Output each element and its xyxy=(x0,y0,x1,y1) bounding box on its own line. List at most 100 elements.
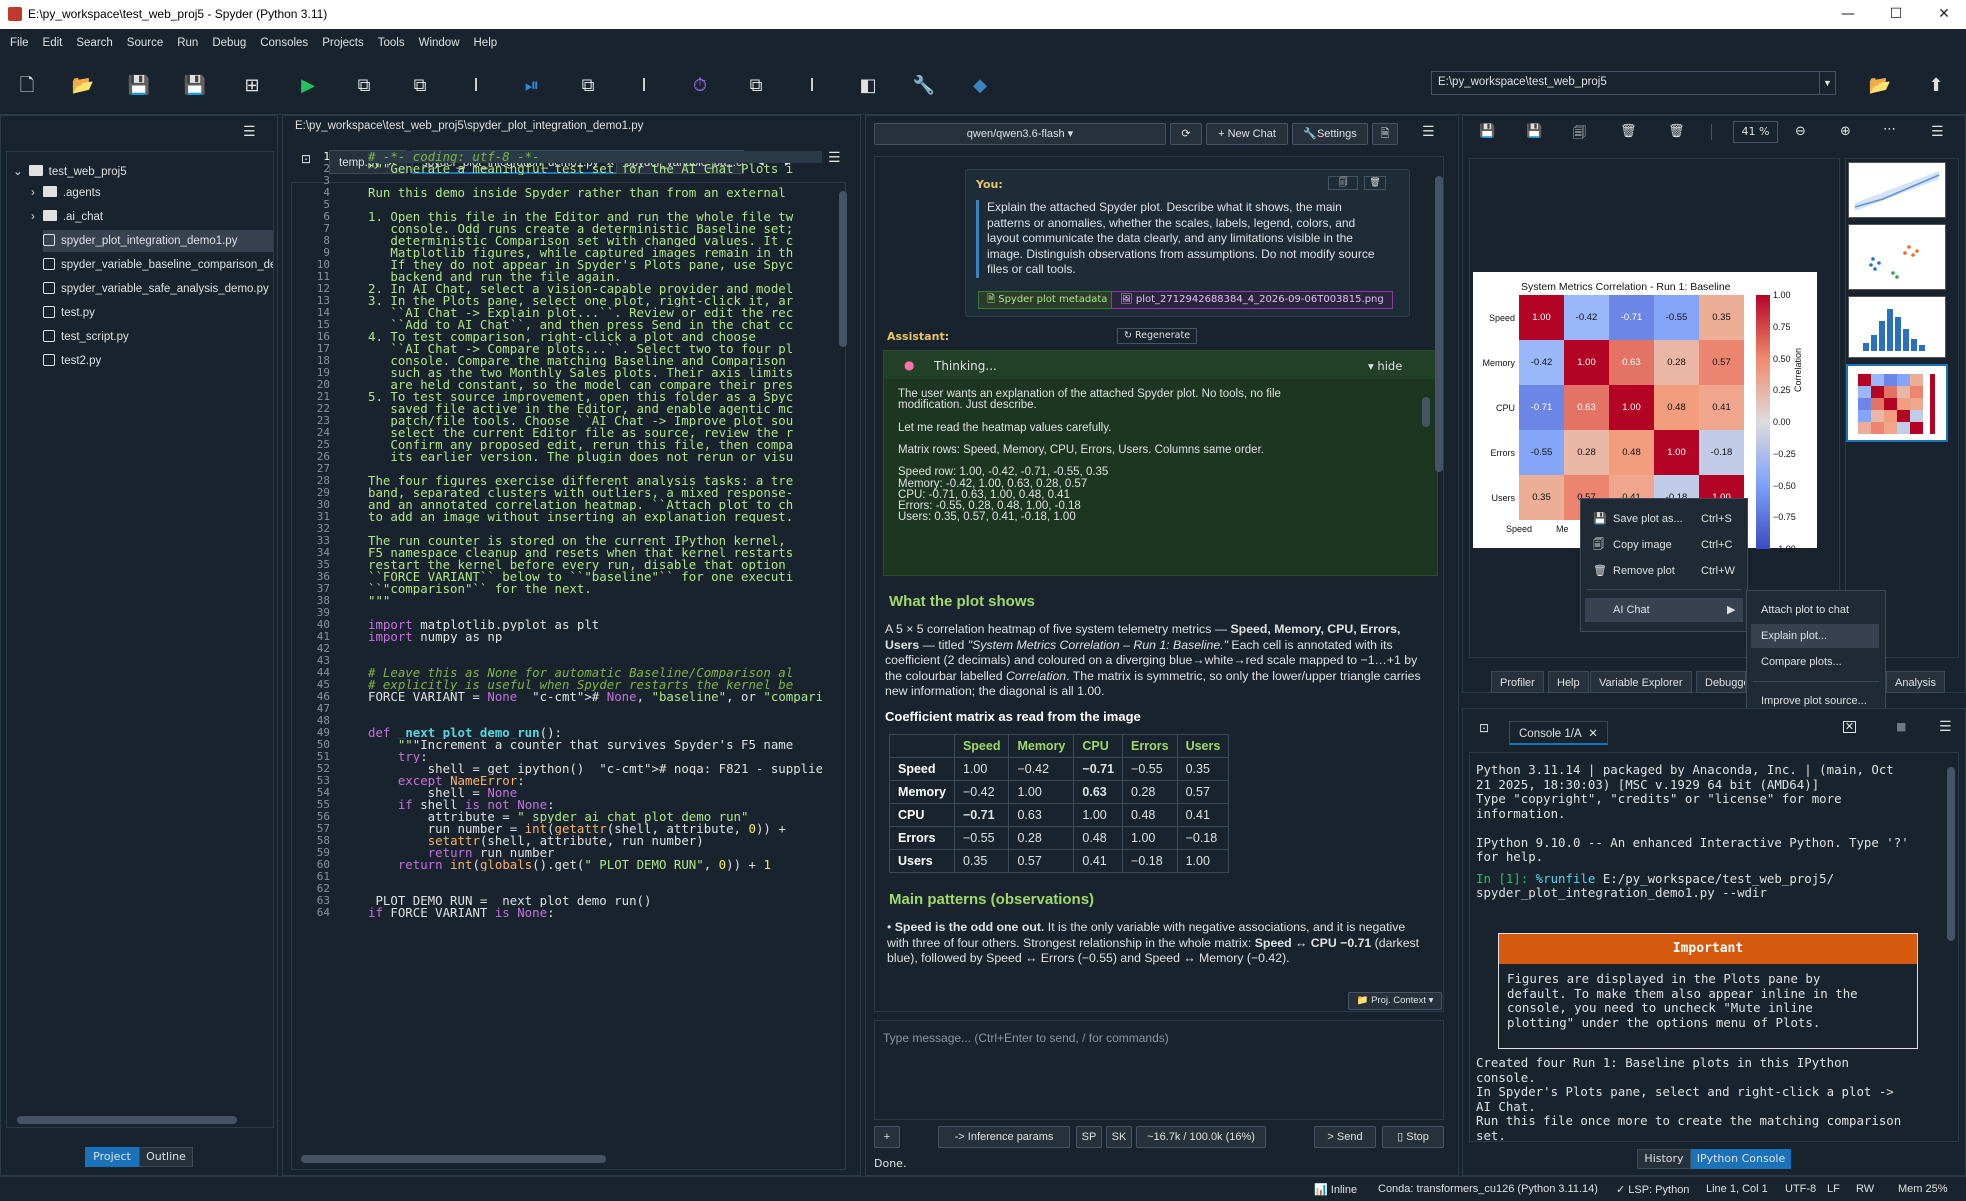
new-cell-icon[interactable]: ⊞ xyxy=(240,74,264,98)
working-directory-input[interactable]: E:\py_workspace\test_web_proj5 ▼ xyxy=(1431,71,1836,95)
menu-help[interactable]: Help xyxy=(467,29,505,57)
menu-run[interactable]: Run xyxy=(170,29,205,57)
python-path-icon[interactable]: ◆ xyxy=(968,74,992,98)
new-file-icon[interactable]: 🗋 xyxy=(15,74,39,98)
conda-env-status[interactable]: Conda: transformers_cu126 (Python 3.11.1… xyxy=(1378,1183,1598,1195)
menu-file[interactable]: File xyxy=(3,29,36,57)
menu-compare-plots[interactable]: Compare plots... xyxy=(1747,650,1885,674)
save-all-icon[interactable]: 💾 xyxy=(183,74,207,98)
remove-all-plots-icon[interactable]: 🗑 xyxy=(1668,124,1685,139)
menu-consoles[interactable]: Consoles xyxy=(253,29,315,57)
parent-directory-icon[interactable]: ⬆ xyxy=(1924,74,1948,98)
tab-variable-explorer[interactable]: Variable Explorer xyxy=(1590,671,1692,693)
console-scrollbar[interactable] xyxy=(1947,767,1955,941)
plot-thumbnail-scatter[interactable] xyxy=(1848,224,1946,290)
hide-thinking-toggle[interactable]: ▾ hide xyxy=(1368,359,1402,373)
menu-tools[interactable]: Tools xyxy=(371,29,412,57)
inference-params-button[interactable]: -> Inference params xyxy=(938,1126,1070,1148)
menu-copy-image[interactable]: 🗐 Copy image Ctrl+C xyxy=(1581,533,1747,557)
tab-help[interactable]: Help xyxy=(1548,671,1589,693)
lsp-status[interactable]: ✓ LSP: Python xyxy=(1616,1183,1689,1196)
chat-options-icon[interactable]: ☰ xyxy=(1422,124,1435,140)
tab-ipython-console[interactable]: IPython Console xyxy=(1691,1149,1791,1169)
thinking-scrollbar[interactable] xyxy=(1422,397,1430,427)
message-input[interactable]: Type message... (Ctrl+Enter to send, / f… xyxy=(874,1020,1444,1120)
menu-edit[interactable]: Edit xyxy=(36,29,70,57)
menu-source[interactable]: Source xyxy=(120,29,170,57)
menu-window[interactable]: Window xyxy=(412,29,467,57)
minimize-button[interactable]: — xyxy=(1828,4,1868,24)
chevron-down-icon[interactable]: ▼ xyxy=(1819,72,1835,94)
tab-history[interactable]: History xyxy=(1637,1149,1691,1169)
copy-plot-icon[interactable]: 🗐 xyxy=(1573,124,1586,146)
browse-folder-icon[interactable]: 📂 xyxy=(1868,74,1892,98)
horizontal-scrollbar[interactable] xyxy=(17,1116,237,1124)
tree-item-ai-chat[interactable]: › .ai_chat xyxy=(31,206,103,228)
stop-button[interactable]: ▯ Stop xyxy=(1382,1126,1444,1148)
debug-selection-icon[interactable]: I xyxy=(632,74,656,98)
console-output[interactable]: Python 3.11.14 | packaged by Anaconda, I… xyxy=(1469,752,1959,1142)
stop-kernel-icon[interactable]: ■ xyxy=(1896,720,1906,733)
chat-export-icon[interactable]: 🗎 xyxy=(1372,123,1398,145)
maximize-button[interactable]: ☐ xyxy=(1876,4,1916,24)
tree-item-test2[interactable]: test2.py xyxy=(43,350,101,372)
run-selection-icon[interactable]: I xyxy=(464,74,488,98)
tree-item-baseline[interactable]: spyder_variable_baseline_comparison_de xyxy=(43,254,273,276)
menu-save-plot[interactable]: 💾 Save plot as... Ctrl+S xyxy=(1581,507,1747,531)
more-options-icon[interactable]: ⋯ xyxy=(1883,122,1896,137)
menu-search[interactable]: Search xyxy=(69,29,119,57)
delete-icon[interactable]: 🗑 xyxy=(1364,176,1386,190)
menu-remove-plot[interactable]: 🗑 Remove plot Ctrl+W xyxy=(1581,559,1747,583)
interrupt-kernel-icon[interactable]: ✕ xyxy=(1843,721,1856,733)
tab-debugger[interactable]: Debugge xyxy=(1696,671,1746,693)
tree-item-plot-demo[interactable]: spyder_plot_integration_demo1.py xyxy=(43,230,273,252)
menu-debug[interactable]: Debug xyxy=(205,29,253,57)
sp-button[interactable]: SP xyxy=(1076,1126,1102,1148)
new-chat-button[interactable]: + New Chat xyxy=(1206,123,1288,145)
run-file-icon[interactable]: ▶ xyxy=(296,74,320,98)
run-cell-advance-icon[interactable]: ⧉ xyxy=(408,74,432,98)
zoom-in-icon[interactable]: ⊕ xyxy=(1840,124,1851,139)
tree-item-test[interactable]: test.py xyxy=(43,302,95,324)
sk-button[interactable]: SK xyxy=(1106,1126,1132,1148)
menu-projects[interactable]: Projects xyxy=(315,29,371,57)
profile-cell-icon[interactable]: ⧉ xyxy=(744,74,768,98)
project-root[interactable]: ⌄ test_web_proj5 xyxy=(13,161,127,183)
save-all-plots-icon[interactable]: 💾 xyxy=(1526,124,1542,139)
save-file-icon[interactable]: 💾 xyxy=(127,74,151,98)
tree-item-test-script[interactable]: test_script.py xyxy=(43,326,129,348)
tab-analysis[interactable]: Analysis xyxy=(1886,671,1945,693)
run-cell-icon[interactable]: ⧉ xyxy=(352,74,376,98)
menu-attach-plot[interactable]: Attach plot to chat xyxy=(1747,598,1885,622)
zoom-input[interactable]: 41 % xyxy=(1733,121,1778,143)
close-button[interactable]: ✕ xyxy=(1924,4,1964,24)
profile-file-icon[interactable]: ⏱ xyxy=(688,74,712,98)
remove-plot-icon[interactable]: 🗑 xyxy=(1620,124,1637,139)
open-file-icon[interactable]: 📂 xyxy=(71,74,95,98)
attach-plus-button[interactable]: + xyxy=(874,1126,900,1148)
debug-cell-icon[interactable]: ⧉ xyxy=(576,74,600,98)
browse-consoles-icon[interactable]: ⊡ xyxy=(1479,721,1489,735)
tree-item-safe-analysis[interactable]: spyder_variable_safe_analysis_demo.py xyxy=(43,278,269,300)
refresh-icon[interactable]: ⟳ xyxy=(1170,123,1202,145)
project-options-icon[interactable]: ☰ xyxy=(243,124,256,140)
debug-file-icon[interactable]: ⏯ xyxy=(520,74,544,98)
plots-options-icon[interactable]: ☰ xyxy=(1931,124,1944,140)
copy-icon[interactable]: 🗐 xyxy=(1328,176,1358,190)
tree-item-agents[interactable]: › .agents xyxy=(31,182,101,204)
attachment-metadata[interactable]: 🗎 Spyder plot metadata xyxy=(978,291,1117,309)
profile-selection-icon[interactable]: I xyxy=(800,74,824,98)
attachment-image[interactable]: 🖼 plot_2712942688384_4_2026-09-06T003815… xyxy=(1111,291,1393,309)
menu-ai-chat[interactable]: AI Chat ▶ xyxy=(1585,598,1743,622)
editor-options-icon[interactable]: ☰ xyxy=(828,150,841,166)
tab-profiler[interactable]: Profiler xyxy=(1491,671,1544,693)
regenerate-button[interactable]: ↻ Regenerate xyxy=(1117,328,1198,344)
project-context-button[interactable]: 📁 Proj. Context ▾ xyxy=(1348,992,1442,1010)
preferences-wrench-icon[interactable]: 🔧 xyxy=(912,74,936,98)
chat-scrollbar[interactable] xyxy=(1435,176,1443,472)
tab-console-1a[interactable]: Console 1/A ✕ xyxy=(1509,721,1608,745)
zoom-out-icon[interactable]: ⊖ xyxy=(1795,124,1806,139)
console-options-icon[interactable]: ☰ xyxy=(1939,719,1952,735)
model-selector[interactable]: qwen/qwen3.6-flash ▾ xyxy=(874,123,1166,145)
save-plot-icon[interactable]: 💾 xyxy=(1479,124,1495,139)
